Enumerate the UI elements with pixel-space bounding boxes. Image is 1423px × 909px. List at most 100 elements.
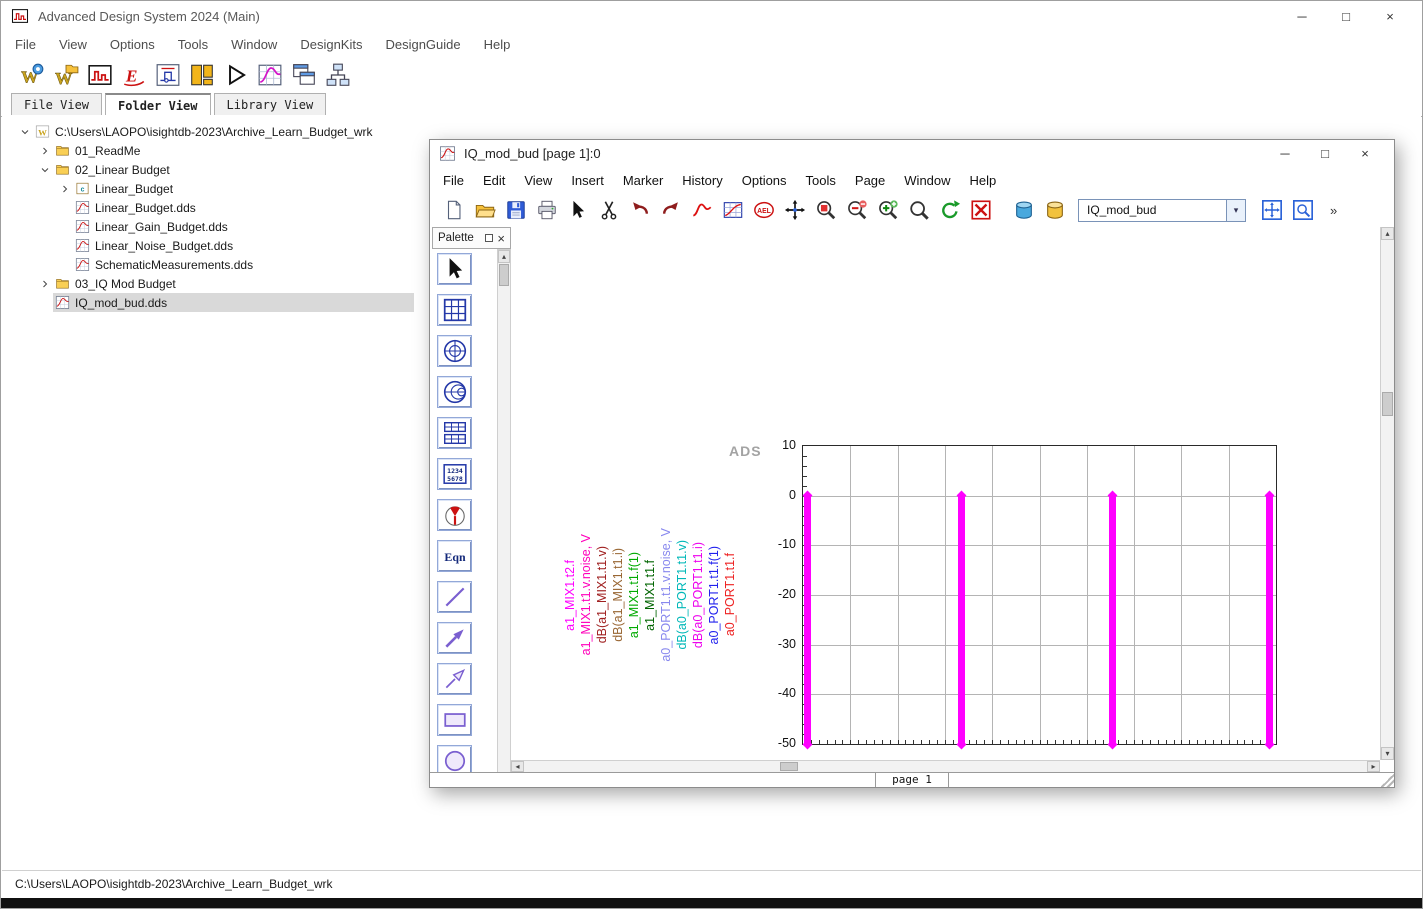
pointer-button[interactable]	[564, 197, 591, 223]
scroll-left-icon[interactable]: ◂	[511, 761, 524, 772]
pin-icon[interactable]	[485, 234, 493, 242]
menu-designkits[interactable]: DesignKits	[300, 37, 362, 52]
polar-plot-tool[interactable]	[437, 335, 472, 367]
chevron-down-icon[interactable]	[16, 124, 33, 140]
tree-item-linear-budget[interactable]: cLinear_Budget	[73, 179, 414, 198]
dataset-combobox[interactable]: IQ_mod_bud ▾	[1078, 199, 1246, 222]
chevron-right-icon[interactable]	[36, 143, 53, 159]
tree-item-schematicmeasurements-dds[interactable]: SchematicMeasurements.dds	[73, 255, 414, 274]
new-workspace-button[interactable]: W	[17, 61, 46, 90]
print-button[interactable]	[533, 197, 560, 223]
display-menu-insert[interactable]: Insert	[571, 173, 604, 188]
save-button[interactable]	[502, 197, 529, 223]
vertical-scroll-thumb[interactable]	[1382, 392, 1393, 416]
tree-item-02-linear-budget[interactable]: 02_Linear Budget	[53, 160, 414, 179]
display-menu-tools[interactable]: Tools	[806, 173, 836, 188]
resize-grip[interactable]	[1379, 772, 1394, 787]
horizontal-scrollbar[interactable]: ◂ ▸	[511, 760, 1380, 772]
tab-folder-view[interactable]: Folder View	[105, 93, 210, 117]
refresh-button[interactable]	[936, 197, 963, 223]
rectangle-tool[interactable]	[437, 704, 472, 736]
undo-button[interactable]	[626, 197, 653, 223]
cut-button[interactable]	[595, 197, 622, 223]
palette-scroll-up-icon[interactable]: ▴	[498, 250, 510, 263]
ads-main-button[interactable]	[85, 61, 114, 90]
chart-canvas[interactable]: ADS a1_MIX1.t2.fa1_MIX1.t1.v.noise, VdB(…	[511, 227, 1380, 760]
antenna-plot-tool[interactable]	[437, 499, 472, 531]
new-page-button[interactable]	[440, 197, 467, 223]
new-schematic-button[interactable]	[153, 61, 182, 90]
tree-item-03-iq-mod-budget[interactable]: 03_IQ Mod Budget	[53, 274, 414, 293]
display-menu-window[interactable]: Window	[904, 173, 950, 188]
zoom-area-button[interactable]	[812, 197, 839, 223]
tree-item-c-users-laopo-isightdb-2023-archive-learn-budget-wrk[interactable]: WC:\Users\LAOPO\isightdb-2023\Archive_Le…	[33, 122, 414, 141]
palette-scrollbar[interactable]: ▴ ▾	[497, 249, 511, 786]
display-menu-history[interactable]: History	[682, 173, 722, 188]
display-close-button[interactable]: ×	[1345, 142, 1385, 166]
fit-window-button[interactable]	[1258, 197, 1285, 223]
display-menu-page[interactable]: Page	[855, 173, 885, 188]
delete-box-button[interactable]	[967, 197, 994, 223]
tree-item-iq-mod-bud-dds[interactable]: IQ_mod_bud.dds	[53, 293, 414, 312]
tab-library-view[interactable]: Library View	[214, 93, 327, 116]
insert-plot-button[interactable]	[719, 197, 746, 223]
line-tool[interactable]	[437, 581, 472, 613]
close-button[interactable]: ×	[1368, 3, 1412, 29]
trace-button[interactable]	[688, 197, 715, 223]
pointer-tool[interactable]	[437, 253, 472, 285]
hierarchy-button[interactable]	[323, 61, 352, 90]
open-workspace-button[interactable]: W	[51, 61, 80, 90]
menu-help[interactable]: Help	[484, 37, 511, 52]
toolbar-overflow-button[interactable]: »	[1326, 203, 1341, 218]
new-layout-button[interactable]	[187, 61, 216, 90]
open-folder-button[interactable]	[471, 197, 498, 223]
arrow-outline-tool[interactable]	[437, 663, 472, 695]
chevron-right-icon[interactable]	[56, 181, 73, 197]
dataset-open-button[interactable]	[1041, 197, 1068, 223]
smith-chart-tool[interactable]	[437, 376, 472, 408]
scroll-right-icon[interactable]: ▸	[1367, 761, 1380, 772]
menu-file[interactable]: File	[15, 37, 36, 52]
tree-item-linear-noise-budget-dds[interactable]: Linear_Noise_Budget.dds	[73, 236, 414, 255]
palette-scroll-thumb[interactable]	[499, 264, 509, 286]
stacked-plot-tool[interactable]	[437, 417, 472, 449]
list-plot-tool[interactable]: 12345678	[437, 458, 472, 490]
menu-designguide[interactable]: DesignGuide	[385, 37, 460, 52]
minimize-button[interactable]: ─	[1280, 3, 1324, 29]
chevron-down-icon[interactable]	[36, 162, 53, 178]
display-menu-options[interactable]: Options	[742, 173, 787, 188]
ael-button[interactable]: AEL	[750, 197, 777, 223]
menu-tools[interactable]: Tools	[178, 37, 208, 52]
scroll-up-icon[interactable]: ▴	[1381, 227, 1394, 240]
vertical-scrollbar[interactable]: ▴ ▾	[1380, 227, 1394, 760]
examples-button[interactable]: E	[119, 61, 148, 90]
horizontal-scroll-thumb[interactable]	[780, 762, 798, 771]
redo-button[interactable]	[657, 197, 684, 223]
zoom-button[interactable]	[905, 197, 932, 223]
tab-file-view[interactable]: File View	[11, 93, 102, 116]
zoom-out-button[interactable]	[843, 197, 870, 223]
rect-plot-tool[interactable]	[437, 294, 472, 326]
display-menu-marker[interactable]: Marker	[623, 173, 663, 188]
arrow-filled-tool[interactable]	[437, 622, 472, 654]
palette-close-icon[interactable]: ×	[497, 232, 505, 245]
menu-options[interactable]: Options	[110, 37, 155, 52]
display-menu-edit[interactable]: Edit	[483, 173, 505, 188]
cascade-windows-button[interactable]	[289, 61, 318, 90]
simulate-button[interactable]	[221, 61, 250, 90]
display-menu-help[interactable]: Help	[970, 173, 997, 188]
zoom-in-button[interactable]	[874, 197, 901, 223]
menu-view[interactable]: View	[59, 37, 87, 52]
scroll-down-icon[interactable]: ▾	[1381, 747, 1394, 760]
display-maximize-button[interactable]: □	[1305, 142, 1345, 166]
maximize-button[interactable]: □	[1324, 3, 1368, 29]
fit-all-button[interactable]	[1289, 197, 1316, 223]
display-minimize-button[interactable]: ─	[1265, 142, 1305, 166]
display-menu-view[interactable]: View	[524, 173, 552, 188]
menu-window[interactable]: Window	[231, 37, 277, 52]
tree-item-linear-gain-budget-dds[interactable]: Linear_Gain_Budget.dds	[73, 217, 414, 236]
combobox-dropdown-icon[interactable]: ▾	[1226, 200, 1245, 221]
display-menu-file[interactable]: File	[443, 173, 464, 188]
eqn-tool[interactable]: Eqn	[437, 540, 472, 572]
data-display-button[interactable]	[255, 61, 284, 90]
